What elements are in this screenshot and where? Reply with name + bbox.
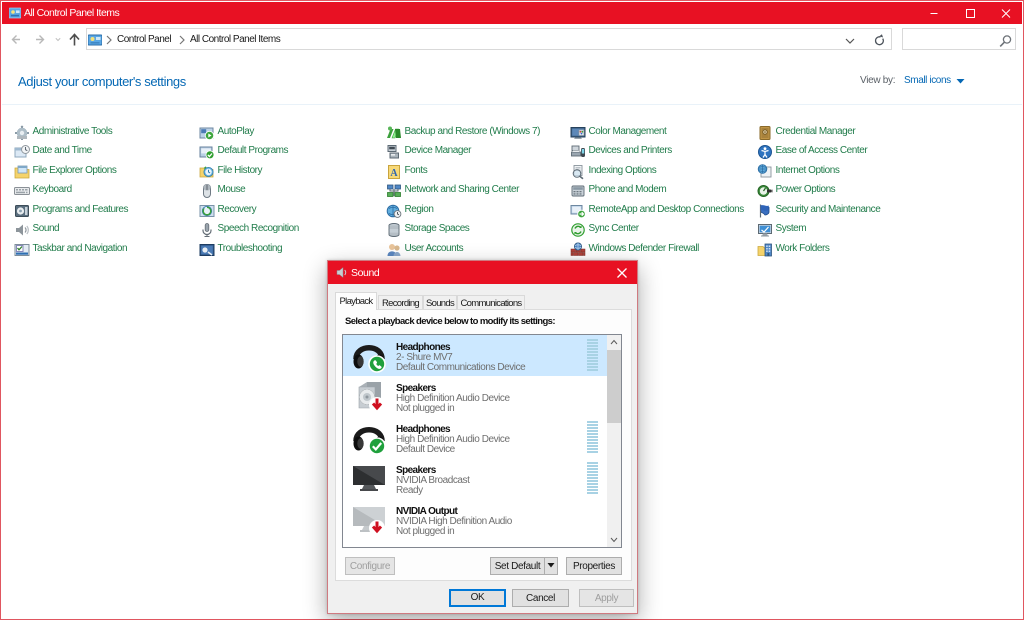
svg-text:A: A — [390, 168, 398, 179]
